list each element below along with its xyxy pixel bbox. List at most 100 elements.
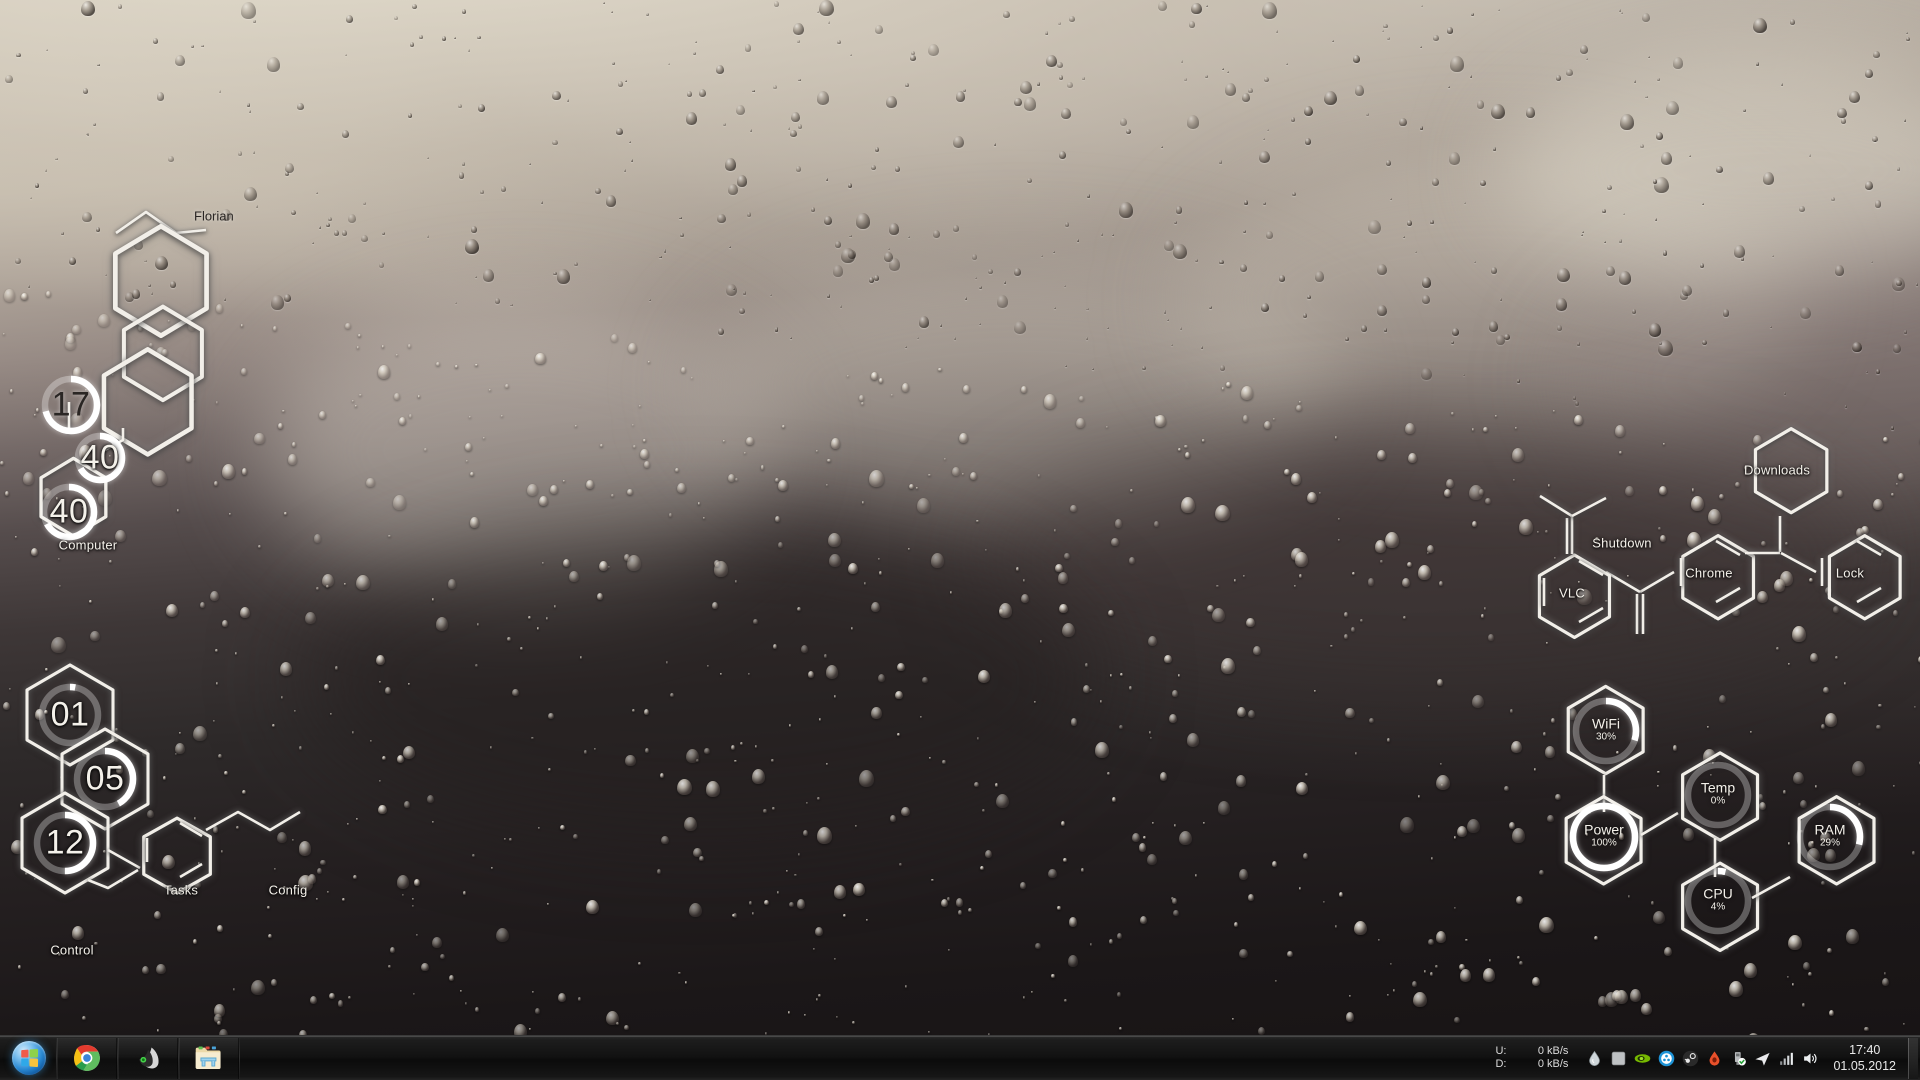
water-droplet <box>938 367 942 372</box>
water-droplet <box>1338 517 1341 520</box>
nvidia-icon[interactable] <box>1634 1050 1651 1067</box>
water-droplet <box>1498 8 1501 11</box>
water-droplet <box>1216 584 1219 588</box>
steam-icon[interactable] <box>1682 1050 1699 1067</box>
water-droplet <box>928 473 931 477</box>
water-droplet <box>1180 60 1183 63</box>
water-droplet <box>448 975 454 982</box>
water-droplet <box>465 238 479 254</box>
usb-safely-remove-icon[interactable] <box>1730 1050 1747 1067</box>
volume-icon[interactable] <box>1802 1050 1819 1067</box>
water-droplet <box>1420 45 1423 49</box>
water-droplet <box>505 383 510 388</box>
water-droplet <box>436 361 441 367</box>
water-droplet <box>1086 307 1089 311</box>
water-droplet <box>632 445 636 449</box>
water-droplet <box>567 99 570 102</box>
water-droplet <box>1238 869 1249 880</box>
water-droplet <box>378 262 384 268</box>
water-droplet <box>827 458 831 463</box>
taskbar-button-chrome[interactable] <box>57 1037 117 1079</box>
square-app-icon[interactable] <box>1610 1050 1627 1067</box>
teamviewer-icon[interactable] <box>1754 1050 1771 1067</box>
rainmeter-icon[interactable] <box>1586 1050 1603 1067</box>
water-droplet <box>1175 206 1183 214</box>
network-signal-icon[interactable] <box>1778 1050 1795 1067</box>
taskbar-button-explorer[interactable] <box>179 1037 239 1079</box>
water-droplet <box>847 183 853 189</box>
water-droplet <box>863 581 867 585</box>
water-droplet <box>787 1011 791 1015</box>
water-droplet <box>596 592 604 601</box>
chrome-icon <box>74 1045 100 1071</box>
water-droplet <box>722 439 725 443</box>
water-droplet <box>1352 571 1355 576</box>
water-droplet <box>791 111 800 122</box>
water-droplet <box>1451 412 1454 415</box>
water-droplet <box>987 268 993 275</box>
water-droplet <box>1556 74 1562 81</box>
water-droplet <box>785 869 788 873</box>
water-droplet <box>1158 1 1167 12</box>
taskbar-clock[interactable]: 17:40 01.05.2012 <box>1827 1042 1908 1074</box>
water-droplet <box>1242 415 1249 422</box>
water-droplet <box>1051 974 1055 979</box>
water-droplet <box>717 327 725 336</box>
water-droplet <box>789 901 794 908</box>
water-droplet <box>436 617 449 631</box>
water-droplet <box>1170 343 1174 347</box>
water-droplet <box>1623 213 1626 216</box>
water-droplet <box>447 579 457 589</box>
water-droplet <box>1108 938 1114 944</box>
water-droplet <box>382 231 386 236</box>
water-droplet <box>93 122 97 127</box>
water-droplet <box>1380 560 1383 563</box>
water-droplet <box>1354 920 1367 935</box>
water-droplet <box>1335 436 1338 439</box>
water-droplet <box>806 801 809 804</box>
water-droplet <box>1555 298 1568 311</box>
daemon-tools-icon[interactable] <box>1658 1050 1675 1067</box>
water-droplet <box>1172 909 1179 917</box>
water-droplet <box>1450 56 1465 72</box>
water-droplet <box>1233 922 1239 927</box>
water-droplet <box>1247 709 1255 718</box>
water-droplet <box>1374 540 1387 554</box>
water-droplet <box>1026 177 1033 184</box>
water-droplet <box>794 873 797 877</box>
red-drop-icon[interactable] <box>1706 1050 1723 1067</box>
water-droplet <box>1052 250 1055 254</box>
water-droplet <box>1128 686 1132 690</box>
water-droplet <box>1799 206 1805 213</box>
water-droplet <box>1412 980 1418 987</box>
water-droplet <box>744 451 747 454</box>
water-droplet <box>1903 1023 1906 1026</box>
water-droplet <box>1274 979 1277 983</box>
water-droplet <box>1173 244 1187 260</box>
water-droplet <box>722 122 726 126</box>
water-droplet <box>356 346 360 350</box>
water-droplet <box>409 41 415 47</box>
water-droplet <box>623 554 630 562</box>
water-droplet <box>593 748 596 751</box>
water-droplet <box>1377 304 1388 316</box>
water-droplet <box>798 124 803 130</box>
water-droplet <box>1299 574 1303 578</box>
water-droplet <box>1248 87 1253 93</box>
water-droplet <box>423 447 428 452</box>
start-button[interactable] <box>2 1038 56 1079</box>
water-droplet <box>631 423 634 426</box>
taskbar-button-vlc[interactable] <box>118 1037 178 1079</box>
water-droplet <box>520 647 523 651</box>
water-droplet <box>858 770 874 787</box>
water-droplet <box>359 393 362 397</box>
water-droplet <box>870 164 876 171</box>
water-droplet <box>573 833 578 839</box>
show-desktop-button[interactable] <box>1908 1037 1918 1079</box>
water-droplet <box>537 826 540 830</box>
water-droplet <box>699 856 704 862</box>
water-droplet <box>817 827 833 844</box>
water-droplet <box>378 779 381 783</box>
water-droplet <box>1470 75 1473 78</box>
water-droplet <box>625 79 628 83</box>
